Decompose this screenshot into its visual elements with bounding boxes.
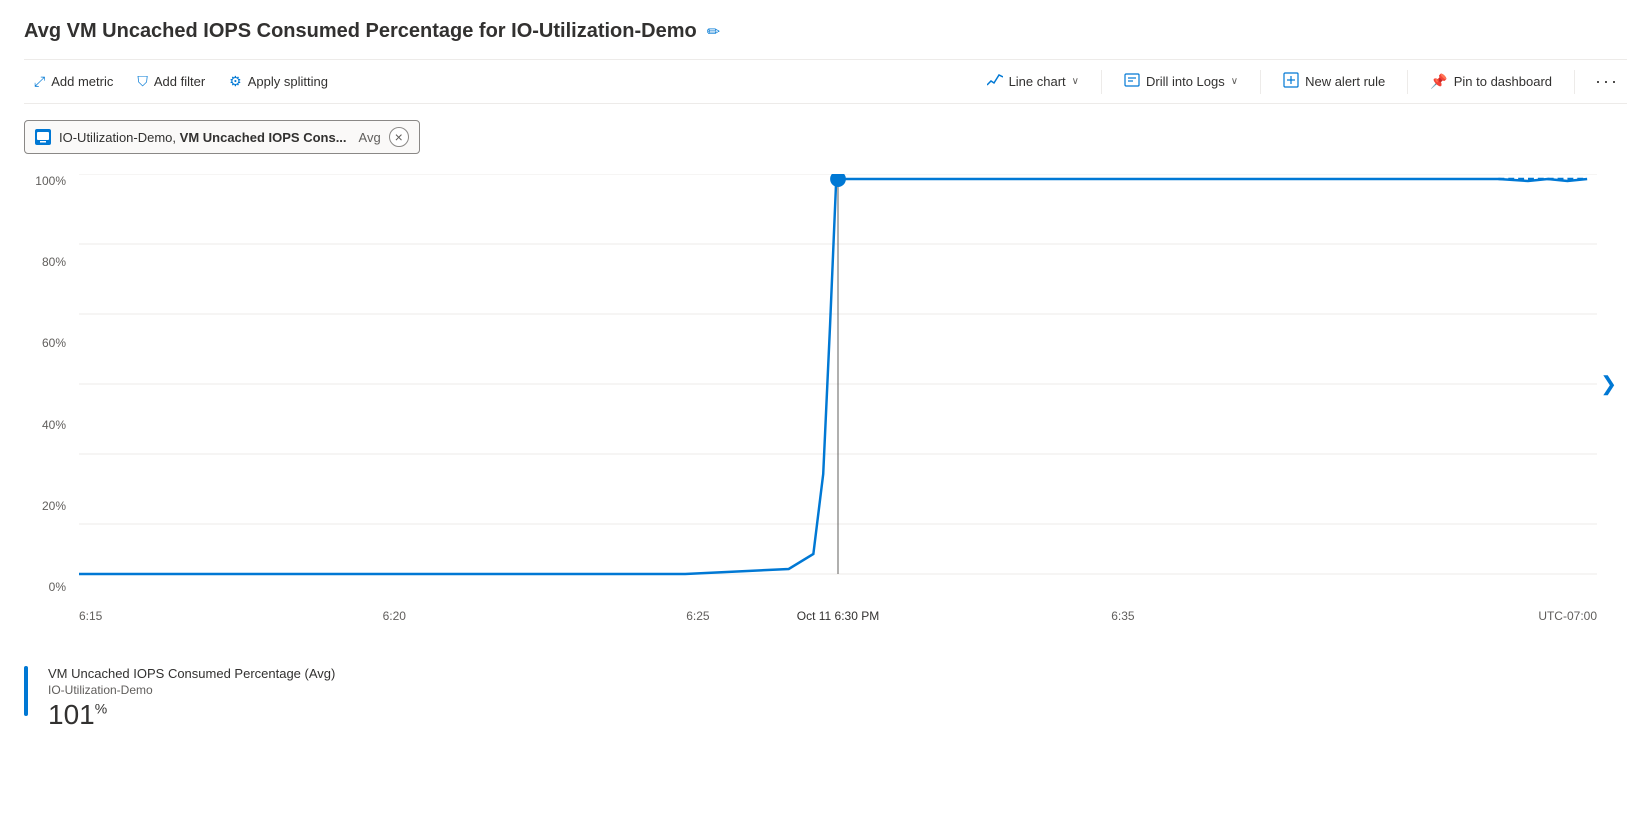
metric-aggregation: Avg (359, 130, 381, 145)
divider-2 (1260, 70, 1261, 94)
metric-tag-close-button[interactable]: × (389, 127, 409, 147)
drill-caret: ∨ (1231, 76, 1238, 87)
x-label-625: 6:25 (686, 609, 709, 623)
legend-subtitle: IO-Utilization-Demo (48, 683, 335, 697)
legend-title: VM Uncached IOPS Consumed Percentage (Av… (48, 666, 335, 681)
new-alert-rule-icon (1283, 72, 1299, 91)
x-label-620: 6:20 (383, 609, 406, 623)
metric-name: VM Uncached IOPS Cons... (180, 130, 347, 145)
add-filter-label: Add filter (154, 74, 205, 89)
divider-3 (1407, 70, 1408, 94)
chart-container: 100% 80% 60% 40% 20% 0% (24, 174, 1627, 654)
metric-tag: IO-Utilization-Demo, VM Uncached IOPS Co… (24, 120, 420, 154)
add-metric-icon: ⤢ (34, 73, 45, 90)
apply-splitting-label: Apply splitting (248, 74, 328, 89)
toolbar: ⤢ Add metric ⛉ Add filter ⚙ Apply splitt… (24, 59, 1627, 104)
line-chart-label: Line chart (1009, 74, 1066, 89)
metric-tag-label: IO-Utilization-Demo, VM Uncached IOPS Co… (59, 130, 347, 145)
legend-number: 101 (48, 699, 95, 730)
x-label-615: 6:15 (79, 609, 102, 623)
line-chart-button[interactable]: Line chart ∨ (977, 67, 1089, 96)
pin-icon: 📌 (1430, 73, 1447, 90)
pin-to-dashboard-label: Pin to dashboard (1454, 74, 1552, 89)
y-axis: 100% 80% 60% 40% 20% 0% (24, 174, 74, 594)
drill-into-logs-button[interactable]: Drill into Logs ∨ (1114, 66, 1248, 97)
legend-value: 101% (48, 699, 335, 731)
pin-to-dashboard-button[interactable]: 📌 Pin to dashboard (1420, 67, 1562, 96)
vm-icon (35, 129, 51, 145)
y-label-60: 60% (42, 336, 66, 350)
add-filter-button[interactable]: ⛉ Add filter (127, 67, 215, 96)
chart-inner: ❯ (79, 174, 1597, 594)
y-label-40: 40% (42, 418, 66, 432)
divider-1 (1101, 70, 1102, 94)
add-filter-icon: ⛉ (137, 73, 148, 90)
legend: VM Uncached IOPS Consumed Percentage (Av… (24, 666, 1627, 731)
metric-tag-row: IO-Utilization-Demo, VM Uncached IOPS Co… (24, 120, 1627, 154)
toolbar-right: Line chart ∨ Drill into Logs ∨ (977, 66, 1627, 97)
chart-svg (79, 174, 1597, 594)
apply-splitting-icon: ⚙ (229, 73, 242, 90)
more-label: ··· (1595, 71, 1619, 92)
add-metric-button[interactable]: ⤢ Add metric (24, 67, 123, 96)
y-label-80: 80% (42, 255, 66, 269)
new-alert-rule-button[interactable]: New alert rule (1273, 66, 1395, 97)
add-metric-label: Add metric (51, 74, 113, 89)
line-chart-caret: ∨ (1072, 76, 1079, 87)
page-title: Avg VM Uncached IOPS Consumed Percentage… (24, 20, 697, 43)
divider-4 (1574, 70, 1575, 94)
x-label-635: 6:35 (1111, 609, 1134, 623)
legend-color-bar (24, 666, 28, 716)
apply-splitting-button[interactable]: ⚙ Apply splitting (219, 67, 338, 96)
page: Avg VM Uncached IOPS Consumed Percentage… (0, 0, 1651, 826)
legend-unit: % (95, 701, 107, 717)
drill-into-logs-label: Drill into Logs (1146, 74, 1225, 89)
more-options-button[interactable]: ··· (1587, 67, 1627, 96)
expand-chart-button[interactable]: ❯ (1600, 372, 1617, 397)
title-row: Avg VM Uncached IOPS Consumed Percentage… (24, 20, 1627, 43)
new-alert-rule-label: New alert rule (1305, 74, 1385, 89)
x-label-630: Oct 11 6:30 PM (797, 609, 879, 623)
legend-text: VM Uncached IOPS Consumed Percentage (Av… (48, 666, 335, 731)
y-label-20: 20% (42, 499, 66, 513)
metric-resource: IO-Utilization-Demo (59, 130, 172, 145)
drill-into-logs-icon (1124, 72, 1140, 91)
edit-icon[interactable]: ✏ (707, 22, 720, 42)
y-label-100: 100% (35, 174, 66, 188)
utc-label: UTC-07:00 (1538, 609, 1597, 623)
line-chart-icon (987, 73, 1003, 90)
y-label-0: 0% (49, 580, 66, 594)
